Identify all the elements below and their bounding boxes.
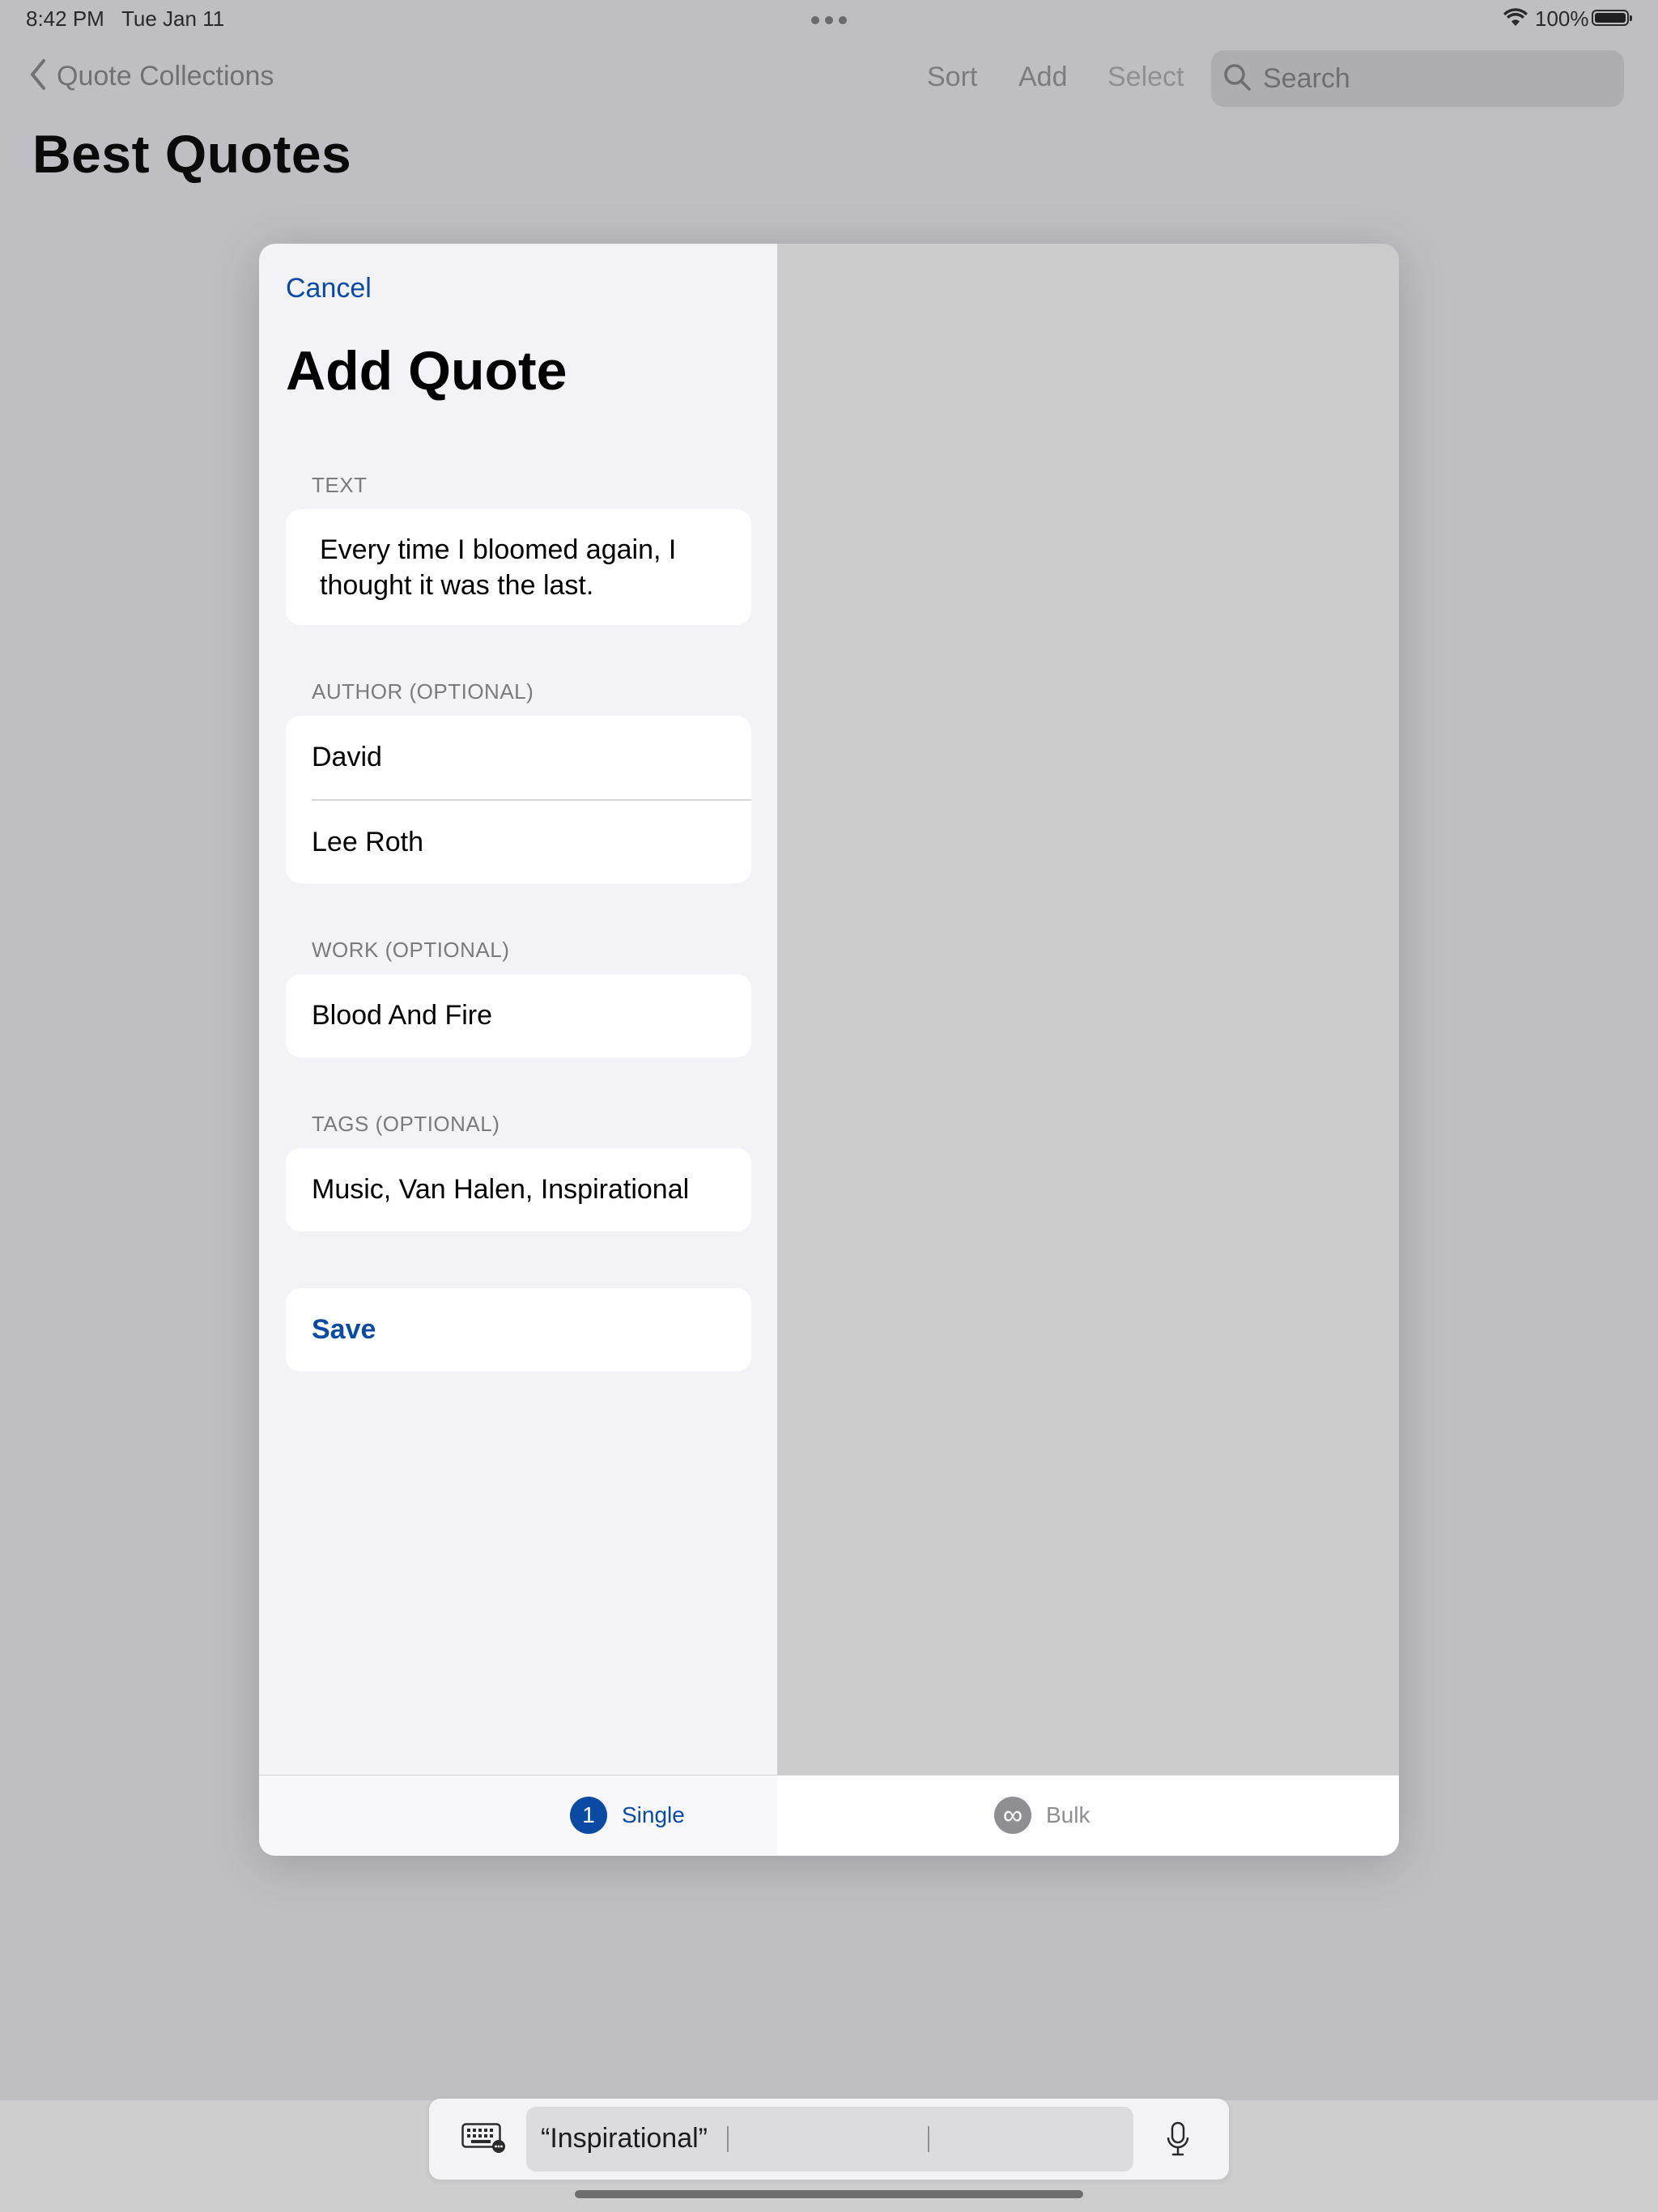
modal-title: Add Quote xyxy=(286,340,568,402)
infinity-icon: ∞ xyxy=(994,1797,1031,1834)
page-title: Best Quotes xyxy=(32,124,352,184)
select-button[interactable]: Select xyxy=(1107,62,1184,93)
microphone-icon[interactable] xyxy=(1166,2121,1190,2161)
search-icon xyxy=(1222,62,1252,96)
suggestion-divider xyxy=(727,2126,729,2152)
tags-field[interactable]: Music, Van Halen, Inspirational xyxy=(286,1148,751,1231)
tab-bar: 1 Single ∞ Bulk xyxy=(259,1775,1399,1856)
author-first-name-field[interactable]: David xyxy=(286,716,751,799)
work-field[interactable]: Blood And Fire xyxy=(286,974,751,1057)
sort-button[interactable]: Sort xyxy=(927,62,977,93)
save-group: Save xyxy=(286,1288,751,1372)
status-date: Tue Jan 11 xyxy=(121,6,225,31)
text-section-header: TEXT xyxy=(312,473,368,497)
home-indicator[interactable] xyxy=(575,2190,1083,2198)
tags-section-header: TAGS (OPTIONAL) xyxy=(312,1112,500,1136)
battery-percentage: 100% xyxy=(1535,6,1589,31)
author-group: David Lee Roth xyxy=(286,716,751,883)
tags-group: Music, Van Halen, Inspirational xyxy=(286,1148,751,1231)
keyboard-shortcut-bar: “Inspirational” xyxy=(429,2099,1229,2180)
tab-single-label: Single xyxy=(622,1802,685,1827)
predictive-suggestions: “Inspirational” xyxy=(526,2107,1133,2172)
add-button[interactable]: Add xyxy=(1018,62,1068,93)
quote-text-field[interactable]: Every time I bloomed again, I thought it… xyxy=(286,509,751,625)
wifi-icon xyxy=(1503,8,1528,32)
quote-text-value: Every time I bloomed again, I thought it… xyxy=(320,534,677,601)
cancel-button[interactable]: Cancel xyxy=(286,273,372,304)
suggestion-word[interactable]: “Inspirational” xyxy=(541,2123,708,2155)
tab-bulk-label: Bulk xyxy=(1046,1802,1090,1827)
form-panel: Cancel Add Quote TEXT Every time I bloom… xyxy=(259,244,777,1775)
chevron-left-icon xyxy=(29,58,47,95)
multitasking-dots-icon[interactable] xyxy=(811,16,847,24)
author-last-name-field[interactable]: Lee Roth xyxy=(286,801,751,883)
status-bar: 8:42 PM Tue Jan 11 100% xyxy=(0,0,1658,39)
back-button-label: Quote Collections xyxy=(57,61,274,91)
tab-bulk[interactable]: ∞ Bulk xyxy=(994,1797,1090,1834)
status-time: 8:42 PM xyxy=(26,6,104,31)
work-group: Blood And Fire xyxy=(286,974,751,1057)
keyboard-icon[interactable] xyxy=(461,2123,507,2158)
add-quote-modal: Cancel Add Quote TEXT Every time I bloom… xyxy=(259,244,1399,1856)
battery-icon xyxy=(1592,10,1632,26)
author-section-header: AUTHOR (OPTIONAL) xyxy=(312,679,534,704)
work-section-header: WORK (OPTIONAL) xyxy=(312,938,510,962)
search-bar[interactable] xyxy=(1211,50,1624,107)
save-button[interactable]: Save xyxy=(286,1288,751,1372)
single-badge-icon: 1 xyxy=(570,1797,607,1834)
tab-single[interactable]: 1 Single xyxy=(570,1797,685,1834)
suggestion-divider xyxy=(928,2126,929,2152)
back-button[interactable]: Quote Collections xyxy=(29,58,274,95)
search-input[interactable] xyxy=(1261,62,1605,96)
detail-panel xyxy=(777,244,1399,1775)
